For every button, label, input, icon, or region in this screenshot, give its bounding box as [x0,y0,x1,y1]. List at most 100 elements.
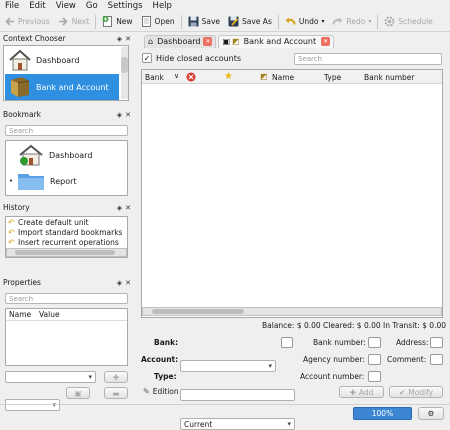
close-icon[interactable]: ✕ [125,204,131,212]
bookmark-item-report[interactable]: • Report [9,169,119,193]
close-icon[interactable]: ✕ [321,37,331,46]
expand-icon[interactable]: • [9,177,17,185]
close-icon[interactable]: ✕ [125,111,131,119]
menu-file[interactable]: File [0,0,24,12]
zoom-indicator[interactable]: 100% [353,407,412,420]
float-icon[interactable]: ◈ [117,279,122,287]
properties-search-input[interactable]: Search [5,293,128,304]
account-field[interactable] [180,389,295,401]
add-button[interactable]: ✚ Add [339,386,384,398]
properties-title: Properties ◈ ✕ [0,277,133,288]
bookmark-list: Dashboard • Report [5,140,128,196]
menu-go[interactable]: Go [81,0,103,12]
menu-settings[interactable]: Settings [103,0,148,12]
address-field[interactable] [430,337,443,348]
checkmark-icon: ✔ [398,387,406,397]
pencil-icon: ✎ [143,387,150,396]
redo-button[interactable]: Redo ▾ [328,13,375,31]
chevron-down-icon[interactable]: ▾ [321,18,324,25]
tab-dashboard[interactable]: ⌂ Dashboard ✕ [144,34,217,48]
close-icon[interactable]: ✕ [125,279,131,287]
context-item-dashboard[interactable]: Dashboard [5,47,119,73]
horizontal-scrollbar[interactable] [6,248,127,257]
float-icon[interactable]: ◈ [117,35,122,43]
agency-number-field[interactable] [368,354,381,365]
arrow-right-icon [58,16,69,27]
history-item[interactable]: ↶ Insert recurrent operations [6,237,127,247]
gear-icon: ⚙ [427,409,435,418]
redo-label: Redo [346,17,366,26]
schedule-button[interactable]: Schedule [380,13,436,31]
history-item-label: Insert recurrent operations [18,237,119,247]
main-toolbar: Previous Next New Open Save Save As Undo… [0,12,450,32]
tab-bank-and-account[interactable]: ▣ ◩ Bank and Account ✕ [218,34,335,48]
save-property-button[interactable]: ▣ [66,387,90,399]
address-label: Address: [396,338,429,347]
floppy-disk-icon: ▣ [74,388,82,398]
close-icon[interactable]: ✕ [125,35,131,43]
column-header-bank-number[interactable]: Bank number [364,73,415,82]
toolbar-separator [180,14,182,29]
context-chooser-title: Context Chooser ◈ ✕ [0,33,133,44]
account-label: Account: [141,355,179,364]
chevron-down-icon[interactable]: ∨ [174,72,179,80]
new-button[interactable]: New [98,13,136,31]
zoom-settings-button[interactable]: ⚙ [418,407,444,420]
vertical-scrollbar[interactable] [121,47,128,99]
context-item-label: Dashboard [36,55,80,65]
undo-icon: ↶ [8,217,15,227]
folder-icon [17,171,45,191]
edition-toggle[interactable]: ✎ Edition [143,387,179,396]
minus-icon: ▬ [112,388,120,398]
column-header-type[interactable]: Type [324,73,341,82]
house-bookmark-icon [18,144,44,166]
bookmark-item-dashboard[interactable]: Dashboard [18,143,118,167]
star-icon[interactable]: ★ [224,71,233,82]
column-header-bank[interactable]: Bank [145,73,164,82]
history-item[interactable]: ↶ Import standard bookmarks [6,227,127,237]
modify-button[interactable]: ✔ Modify [389,386,443,398]
previous-button[interactable]: Previous [0,13,54,31]
undo-icon: ↶ [8,227,15,237]
undo-icon [285,16,296,27]
plus-icon: ✚ [112,372,120,382]
add-label: Add [358,387,374,397]
comment-field[interactable] [430,354,443,365]
account-number-field[interactable] [368,371,381,382]
property-name-combo[interactable]: ▾ [5,371,96,383]
column-header-name[interactable]: Name [6,310,36,319]
bookmark-search-input[interactable]: Search [5,125,128,136]
bank-number-field[interactable] [368,337,381,348]
menu-edit[interactable]: Edit [24,0,50,12]
float-icon[interactable]: ◈ [117,111,122,119]
close-icon[interactable]: ✕ [203,37,213,46]
history-title: History ◈ ✕ [0,202,133,213]
float-icon[interactable]: ◈ [117,204,122,212]
hide-closed-label: Hide closed accounts [156,53,242,63]
accounts-horizontal-scrollbar[interactable] [142,307,442,316]
accounts-table: Bank ∨ ★ ◩ Name Type Bank number [141,69,443,318]
context-chooser-heading: Context Chooser [3,34,66,43]
hide-closed-checkbox[interactable]: ✓ [142,53,152,63]
save-button[interactable]: Save [184,13,224,31]
undo-button[interactable]: Undo ▾ [281,13,329,31]
next-button[interactable]: Next [54,13,93,31]
bank-combo[interactable]: ▾ [180,360,276,372]
column-header-name[interactable]: Name [272,73,294,82]
open-label: Open [154,17,175,26]
menu-view[interactable]: View [51,0,81,12]
bank-icon-picker[interactable] [281,337,293,348]
column-header-value[interactable]: Value [36,310,60,319]
menu-help[interactable]: Help [148,0,177,12]
add-property-button[interactable]: ✚ [104,371,128,383]
new-label: New [116,17,133,26]
remove-property-button[interactable]: ▬ [104,387,128,399]
bank-number-label: Bank number: [313,338,366,347]
history-item[interactable]: ↶ Create default unit [6,217,127,227]
chevron-down-icon[interactable]: ▾ [368,18,371,25]
save-as-button[interactable]: Save As [224,13,276,31]
open-button[interactable]: Open [137,13,179,31]
closed-status-icon[interactable] [186,72,196,82]
accounts-search-input[interactable]: Search [294,53,442,65]
context-item-bank-and-account[interactable]: Bank and Account [5,74,119,100]
